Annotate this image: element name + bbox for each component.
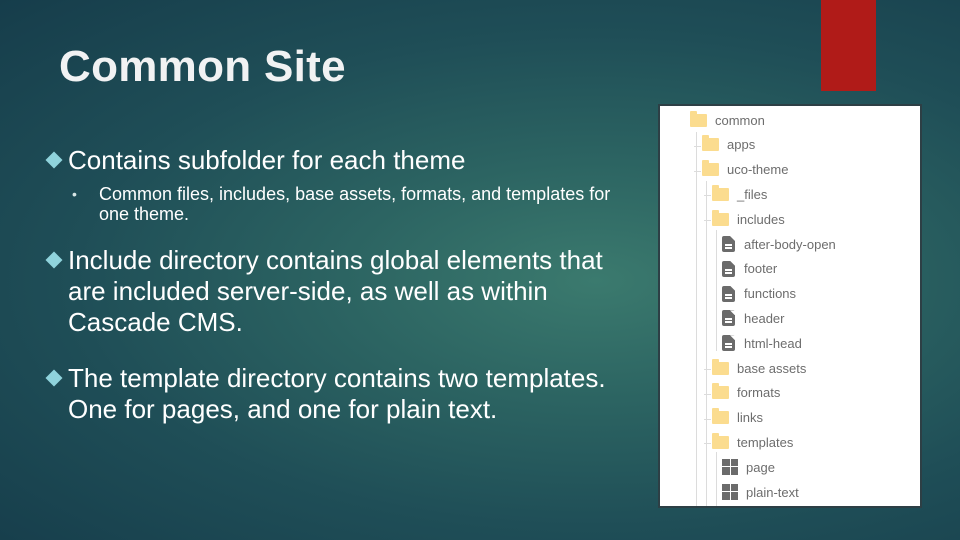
bullet-text: Include directory contains global elemen… bbox=[68, 245, 603, 337]
tree-item[interactable]: base assets bbox=[712, 357, 806, 379]
tree-item[interactable]: apps bbox=[702, 134, 755, 156]
tree-branch-line bbox=[704, 220, 711, 222]
tree-item-label: plain-text bbox=[746, 484, 799, 500]
bullet-list: Contains subfolder for each theme • Comm… bbox=[45, 145, 626, 425]
tree-item[interactable]: uco-theme bbox=[702, 159, 788, 181]
dot-bullet-icon: • bbox=[72, 186, 77, 202]
tree-item[interactable]: html-head bbox=[722, 332, 802, 354]
file-icon bbox=[722, 285, 735, 302]
tree-item-label: page bbox=[746, 459, 775, 475]
tree-item[interactable]: _files bbox=[712, 183, 767, 205]
tree-branch-line bbox=[704, 443, 711, 445]
tree-item-label: base assets bbox=[737, 360, 807, 376]
file-icon bbox=[722, 236, 735, 252]
template-icon bbox=[722, 459, 738, 476]
tree-item-label: _files bbox=[737, 186, 768, 202]
tree-branch-line bbox=[704, 393, 711, 395]
accent-bar bbox=[821, 0, 876, 91]
tree-item-label: templates bbox=[737, 434, 794, 450]
tree-item[interactable]: links bbox=[712, 407, 763, 429]
tree-item[interactable]: functions bbox=[722, 283, 796, 305]
tree-item-label: uco-theme bbox=[727, 162, 789, 178]
tree-guide-line bbox=[696, 132, 697, 506]
tree-item-label: common bbox=[715, 112, 765, 128]
tree-item-label: footer bbox=[744, 261, 778, 277]
bullet-text: The template directory contains two temp… bbox=[68, 363, 606, 424]
tree-item[interactable]: page bbox=[722, 456, 775, 478]
bullet-item: Contains subfolder for each theme bbox=[45, 145, 626, 176]
folder-tree-screenshot: common apps uco-theme _files includes after-b… bbox=[658, 104, 922, 508]
tree-item-label: after-body-open bbox=[744, 236, 836, 252]
slide-title: Common Site bbox=[59, 42, 346, 91]
tree-guide-line bbox=[706, 181, 707, 506]
file-icon bbox=[722, 260, 735, 277]
sub-bullet-text: Common files, includes, base assets, for… bbox=[99, 184, 611, 224]
tree-item-label: html-head bbox=[744, 335, 802, 351]
template-icon bbox=[722, 484, 738, 500]
folder-icon bbox=[712, 383, 729, 400]
tree-item[interactable]: includes bbox=[712, 208, 785, 230]
tree-item[interactable]: footer bbox=[722, 258, 777, 280]
folder-icon bbox=[712, 358, 729, 375]
diamond-bullet-icon bbox=[45, 369, 63, 387]
tree-item-label: formats bbox=[737, 385, 781, 401]
tree-item-label: links bbox=[737, 410, 764, 426]
folder-icon bbox=[712, 209, 729, 226]
tree-item[interactable]: plain-text bbox=[722, 481, 799, 503]
tree-item[interactable]: after-body-open bbox=[722, 233, 836, 255]
tree-item[interactable]: common bbox=[690, 109, 765, 131]
bullet-item: The template directory contains two temp… bbox=[45, 363, 626, 425]
tree-item[interactable]: formats bbox=[712, 382, 780, 404]
tree-item[interactable]: header bbox=[722, 307, 784, 329]
file-icon bbox=[722, 310, 735, 327]
tree-branch-line bbox=[704, 195, 711, 197]
tree-item-label: apps bbox=[727, 137, 756, 153]
tree-branch-line bbox=[694, 170, 701, 172]
sub-bullet-item: • Common files, includes, base assets, f… bbox=[46, 184, 626, 224]
folder-icon bbox=[712, 184, 729, 201]
diamond-bullet-icon bbox=[45, 151, 63, 169]
file-icon bbox=[722, 335, 735, 352]
tree-branch-line bbox=[704, 418, 711, 420]
folder-icon bbox=[690, 110, 707, 127]
folder-icon bbox=[712, 408, 729, 425]
folder-icon bbox=[702, 160, 719, 177]
tree-item[interactable]: templates bbox=[712, 431, 793, 453]
bullet-text: Contains subfolder for each theme bbox=[68, 145, 466, 175]
folder-icon bbox=[712, 432, 729, 449]
bullet-item: Include directory contains global elemen… bbox=[45, 245, 626, 338]
diamond-bullet-icon bbox=[45, 251, 63, 269]
tree-item-label: header bbox=[744, 310, 785, 326]
folder-icon bbox=[702, 135, 719, 152]
tree-guide-line bbox=[716, 452, 717, 506]
tree-branch-line bbox=[704, 369, 711, 370]
tree-guide-line bbox=[716, 230, 717, 351]
tree-item-label: includes bbox=[737, 211, 785, 227]
tree-branch-line bbox=[694, 145, 701, 147]
tree-item-label: functions bbox=[744, 286, 797, 302]
